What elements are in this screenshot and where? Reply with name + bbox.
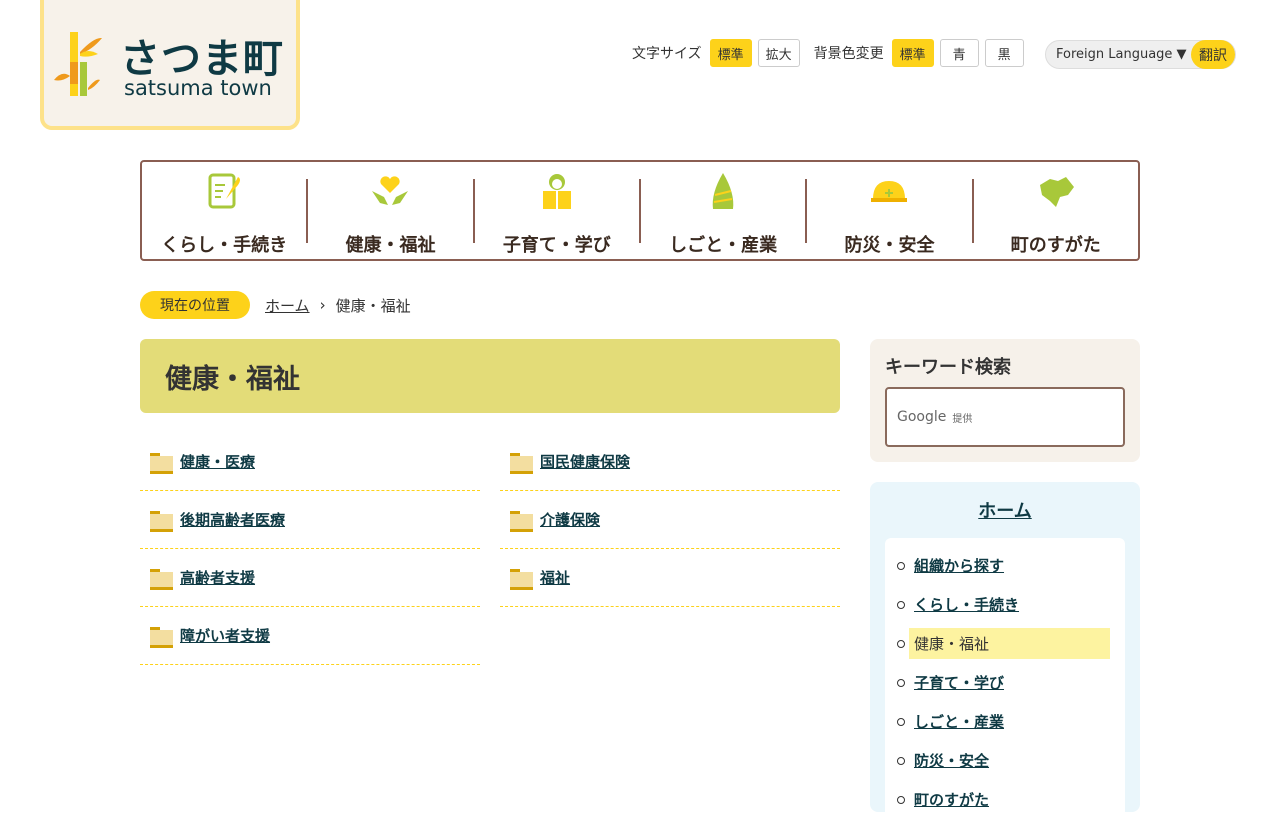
chevron-right-icon: › — [319, 296, 326, 314]
category-link[interactable]: 国民健康保険 — [540, 451, 630, 472]
google-label: Google — [897, 409, 947, 425]
hands-heart-icon — [372, 175, 409, 205]
list-item: 後期高齢者医療 — [140, 491, 480, 549]
current-location-label: 現在の位置 — [140, 291, 250, 319]
nav-living[interactable]: くらし・手続き — [142, 173, 306, 256]
nav-town[interactable]: 町のすがた — [971, 176, 1138, 256]
side-link[interactable]: 組織から探す — [914, 555, 1004, 576]
nav-disaster[interactable]: 防災・安全 — [805, 178, 971, 256]
child-book-icon — [542, 173, 571, 209]
language-selector: Foreign Language ▼ 翻訳 — [1045, 40, 1236, 69]
bg-standard-button[interactable]: 標準 — [891, 39, 934, 67]
category-list: 健康・医療 国民健康保険 後期高齢者医療 介護保険 高齢者支援 福祉 障がい者支… — [140, 433, 840, 665]
side-item: 防災・安全 — [897, 741, 1110, 780]
category-link[interactable]: 健康・医療 — [180, 451, 255, 472]
accessibility-tools: 文字サイズ 標準 拡大 背景色変更 標準 青 黒 — [632, 39, 1030, 67]
list-item: 福祉 — [500, 549, 840, 607]
side-item-current: 健康・福祉 — [897, 624, 1110, 663]
nav-childcare[interactable]: 子育て・学び — [472, 173, 639, 256]
folder-icon — [510, 568, 533, 590]
bamboo-shoot-icon — [712, 172, 734, 209]
side-link[interactable]: 子育て・学び — [914, 672, 1004, 693]
bg-blue-button[interactable]: 青 — [939, 39, 979, 67]
side-item: 組織から探す — [897, 546, 1110, 585]
category-link[interactable]: 福祉 — [540, 567, 570, 588]
category-link[interactable]: 障がい者支援 — [180, 625, 270, 646]
side-item: 子育て・学び — [897, 663, 1110, 702]
side-nav: ホーム 組織から探す くらし・手続き 健康・福祉 子育て・学び しごと・産業 防… — [870, 482, 1140, 827]
bg-black-button[interactable]: 黒 — [984, 39, 1024, 67]
town-map-icon — [1039, 176, 1074, 207]
folder-icon — [510, 452, 533, 474]
side-link[interactable]: 防災・安全 — [914, 750, 989, 771]
category-link[interactable]: 後期高齢者医療 — [180, 509, 285, 530]
list-item: 障がい者支援 — [140, 607, 480, 665]
page-title: 健康・福祉 — [140, 339, 840, 413]
side-item: くらし・手続き — [897, 585, 1110, 624]
nav-health[interactable]: 健康・福祉 — [306, 175, 472, 256]
category-link[interactable]: 高齢者支援 — [180, 567, 255, 588]
list-item: 健康・医療 — [140, 433, 480, 491]
document-pen-icon — [208, 173, 241, 208]
language-select[interactable]: Foreign Language ▼ — [1046, 47, 1191, 62]
side-link[interactable]: しごと・産業 — [914, 711, 1004, 732]
side-item: しごと・産業 — [897, 702, 1110, 741]
folder-icon — [150, 568, 173, 590]
breadcrumb-home-link[interactable]: ホーム — [265, 295, 310, 316]
category-link[interactable]: 介護保険 — [540, 509, 600, 530]
list-item: 高齢者支援 — [140, 549, 480, 607]
search-input[interactable]: Google 提供 — [885, 387, 1125, 447]
bamboo-logo-icon — [54, 32, 102, 96]
font-standard-button[interactable]: 標準 — [709, 39, 752, 67]
keyword-search: キーワード検索 Google 提供 — [870, 339, 1140, 462]
bg-color-label: 背景色変更 — [813, 46, 884, 62]
keyword-search-title: キーワード検索 — [885, 357, 1011, 378]
breadcrumb-current: 健康・福祉 — [335, 296, 411, 315]
font-size-label: 文字サイズ — [632, 46, 702, 62]
site-logo[interactable]: さつま町 satsuma town — [40, 0, 300, 130]
nav-work[interactable]: しごと・産業 — [638, 172, 805, 256]
folder-icon — [150, 510, 173, 532]
translate-button[interactable]: 翻訳 — [1191, 40, 1235, 69]
side-link[interactable]: くらし・手続き — [914, 594, 1019, 615]
side-current-label: 健康・福祉 — [909, 628, 1110, 659]
provided-label: 提供 — [952, 413, 973, 425]
list-item: 介護保険 — [500, 491, 840, 549]
font-large-button[interactable]: 拡大 — [757, 39, 800, 67]
side-home-link[interactable]: ホーム — [978, 501, 1031, 522]
folder-icon — [510, 510, 533, 532]
breadcrumb: 現在の位置 ホーム › 健康・福祉 — [140, 291, 411, 319]
folder-icon — [150, 452, 173, 474]
global-nav: くらし・手続き 健康・福祉 子育て・学び しごと・産業 防災・安全 町のすがた — [140, 160, 1140, 261]
logo-english: satsuma town — [124, 76, 272, 100]
folder-icon — [150, 626, 173, 648]
helmet-icon — [871, 180, 908, 202]
list-item: 国民健康保険 — [500, 433, 840, 491]
